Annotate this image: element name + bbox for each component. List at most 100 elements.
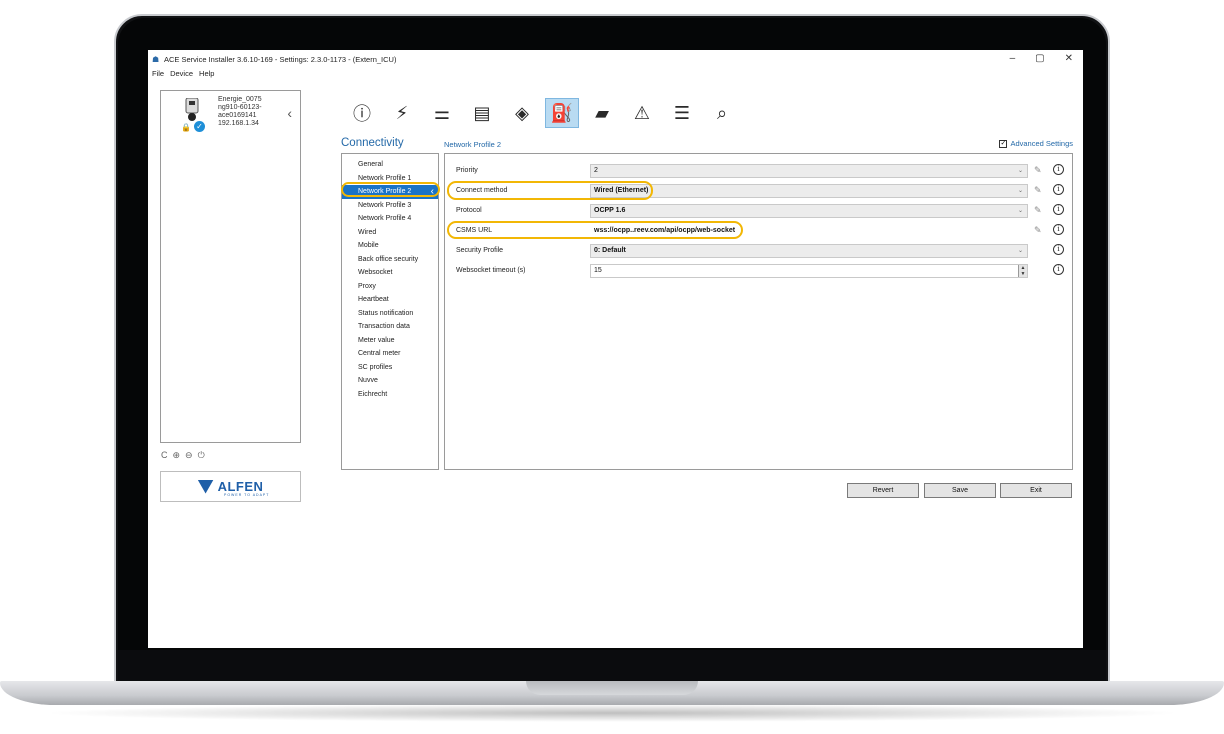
pencil-icon[interactable]: ✎	[1034, 225, 1042, 236]
nav-item[interactable]: Nuvve	[342, 374, 438, 388]
grid-icon[interactable]: ⚌	[425, 98, 459, 128]
pencil-icon[interactable]: ✎	[1034, 185, 1042, 196]
protocol-value: OCPP 1.6	[594, 207, 626, 214]
nav-item[interactable]: Websocket	[342, 266, 438, 280]
device-actions: C ⊕ ⊖ ⏻	[161, 450, 205, 461]
maximize-button[interactable]: ▢	[1035, 53, 1044, 64]
websocket-timeout-stepper[interactable]: 15 ▲ ▼	[590, 264, 1028, 278]
security-profile-label: Security Profile	[456, 247, 504, 254]
nav-item[interactable]: Network Profile 4	[342, 212, 438, 226]
pencil-icon[interactable]: ✎	[1034, 205, 1042, 216]
chevron-down-icon: ⌄	[1017, 248, 1023, 254]
save-button[interactable]: Save	[924, 483, 996, 498]
chevron-down-icon: ⌄	[1017, 168, 1023, 174]
settings-form: Priority 2 ⌄ ✎ i Connect method Wired (E…	[444, 153, 1073, 470]
menu-help[interactable]: Help	[199, 69, 214, 78]
close-button[interactable]: ✕	[1065, 53, 1073, 64]
csms-url-input[interactable]: wss://ocpp..reev.com/api/ocpp/web-socket	[590, 224, 1028, 238]
window-controls: – ▢ ✕	[1010, 53, 1073, 64]
advanced-settings-toggle[interactable]: ✓ Advanced Settings	[999, 139, 1073, 148]
connect-method-label: Connect method	[456, 187, 508, 194]
nav-item[interactable]: Network Profile 3	[342, 199, 438, 213]
websocket-timeout-row: Websocket timeout (s) 15 ▲ ▼ i	[445, 263, 1072, 279]
advanced-settings-label: Advanced Settings	[1010, 139, 1073, 148]
refresh-icon[interactable]: C	[161, 450, 168, 461]
security-profile-select[interactable]: 0: Default ⌄	[590, 244, 1028, 258]
section-title: Connectivity	[341, 137, 404, 149]
advanced-settings-checkbox[interactable]: ✓	[999, 139, 1008, 148]
add-icon[interactable]: ⊕	[173, 450, 181, 461]
device-ip: 192.168.1.34	[218, 120, 259, 127]
window-title: ACE Service Installer 3.6.10-169 - Setti…	[164, 54, 397, 64]
nav-item-selected[interactable]: Network Profile 2	[342, 185, 438, 199]
connect-method-value: Wired (Ethernet)	[594, 187, 649, 194]
chevron-down-icon: ⌄	[1017, 188, 1023, 194]
nav-item[interactable]: Status notification	[342, 307, 438, 321]
nav-item[interactable]: General	[342, 158, 438, 172]
nav-item[interactable]: Mobile	[342, 239, 438, 253]
security-profile-row: Security Profile 0: Default ⌄ i	[445, 243, 1072, 259]
priority-label: Priority	[456, 167, 478, 174]
minimize-button[interactable]: –	[1010, 53, 1016, 64]
rfid-tag-icon[interactable]: ◈	[505, 98, 539, 128]
nav-item[interactable]: Eichrecht	[342, 388, 438, 402]
remove-icon[interactable]: ⊖	[185, 450, 193, 461]
log-icon[interactable]: ☰	[665, 98, 699, 128]
nav-item[interactable]: Heartbeat	[342, 293, 438, 307]
nav-item[interactable]: Proxy	[342, 280, 438, 294]
info-icon[interactable]: i	[1053, 224, 1064, 235]
alfen-shield-icon	[197, 479, 214, 494]
pencil-icon[interactable]: ✎	[1034, 165, 1042, 176]
priority-row: Priority 2 ⌄ ✎ i	[445, 163, 1072, 179]
nav-item[interactable]: Central meter	[342, 347, 438, 361]
priority-select[interactable]: 2 ⌄	[590, 164, 1028, 178]
lock-icon: 🔒	[181, 123, 191, 132]
nav-item[interactable]: Transaction data	[342, 320, 438, 334]
laptop-chin	[118, 650, 1106, 682]
diagnostics-icon[interactable]: ⌕	[705, 98, 739, 128]
power-icon[interactable]: ⏻	[198, 450, 205, 461]
nav-item[interactable]: Meter value	[342, 334, 438, 348]
menu-device[interactable]: Device	[170, 69, 193, 78]
pylon-icon[interactable]: ⚡	[385, 98, 419, 128]
charging-station-icon[interactable]: ⛽	[545, 98, 579, 128]
info-icon[interactable]: i	[1053, 164, 1064, 175]
charger-device-icon	[185, 98, 199, 121]
protocol-row: Protocol OCPP 1.6 ⌄ ✎ i	[445, 203, 1072, 219]
nav-item[interactable]: Back office security	[342, 253, 438, 267]
chevron-down-icon: ⌄	[1017, 208, 1023, 214]
csms-url-label: CSMS URL	[456, 227, 493, 234]
websocket-timeout-label: Websocket timeout (s)	[456, 267, 526, 274]
card-reader-icon[interactable]: ▤	[465, 98, 499, 128]
verified-check-icon: ✓	[194, 121, 205, 132]
spin-arrows-icon[interactable]: ▲ ▼	[1018, 265, 1027, 277]
nav-item[interactable]: Wired	[342, 226, 438, 240]
info-icon[interactable]: i	[1053, 204, 1064, 215]
chevron-left-icon[interactable]: ‹	[287, 105, 292, 121]
websocket-timeout-value: 15	[594, 267, 602, 274]
device-card[interactable]: 🔒 ✓ Energie_0075 ng910-60123-ace0169141 …	[161, 91, 300, 138]
info-icon[interactable]: ⓘ	[345, 98, 379, 128]
csms-url-value: wss://ocpp..reev.com/api/ocpp/web-socket	[594, 227, 736, 234]
connect-method-select[interactable]: Wired (Ethernet) ⌄	[590, 184, 1028, 198]
laptop-notch	[526, 681, 698, 695]
chart-icon[interactable]: ▰	[585, 98, 619, 128]
protocol-label: Protocol	[456, 207, 482, 214]
exit-button[interactable]: Exit	[1000, 483, 1072, 498]
category-toolbar: ⓘ ⚡ ⚌ ▤ ◈ ⛽ ▰ ⚠ ☰ ⌕	[345, 96, 745, 130]
priority-value: 2	[594, 167, 598, 174]
menu-file[interactable]: File	[152, 69, 164, 78]
revert-button[interactable]: Revert	[847, 483, 919, 498]
info-icon[interactable]: i	[1053, 244, 1064, 255]
nav-item[interactable]: Network Profile 1	[342, 172, 438, 186]
laptop-shadow	[40, 704, 1184, 722]
protocol-select[interactable]: OCPP 1.6 ⌄	[590, 204, 1028, 218]
warning-icon[interactable]: ⚠	[625, 98, 659, 128]
device-name: Energie_0075	[218, 96, 262, 103]
info-icon[interactable]: i	[1053, 264, 1064, 275]
info-icon[interactable]: i	[1053, 184, 1064, 195]
security-profile-value: 0: Default	[594, 247, 626, 254]
nav-item[interactable]: SC profiles	[342, 361, 438, 375]
brand-logo-box: ALFEN POWER TO ADAPT	[160, 471, 301, 502]
brand-tagline: POWER TO ADAPT	[224, 493, 270, 497]
